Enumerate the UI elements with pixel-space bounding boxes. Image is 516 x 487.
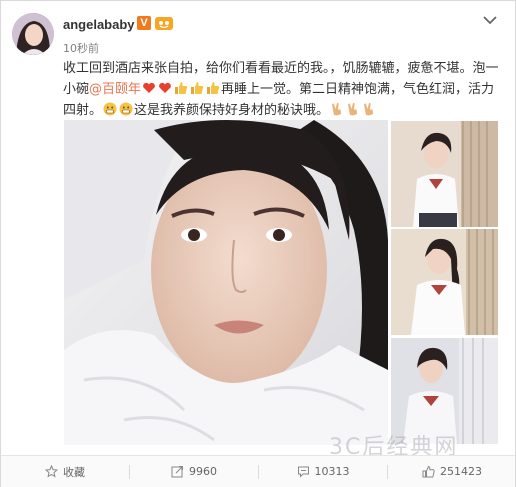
post-text-part3: 这是我养颜保持好身材的秘诀哦。	[134, 103, 330, 118]
heart-emoji-icon	[159, 82, 171, 93]
victory-hand-emoji-icon	[332, 103, 342, 116]
comment-icon	[297, 466, 309, 478]
thumbnail-photo-2[interactable]	[391, 229, 498, 335]
weibo-post-card: angelababy V 10秒前 收工回到酒店来张自拍，给你们看看最近的我。，…	[0, 0, 516, 487]
grin-emoji-icon	[119, 102, 133, 116]
favorite-button[interactable]: 收藏	[1, 456, 129, 487]
avatar[interactable]	[12, 13, 54, 55]
share-button[interactable]: 9960	[130, 456, 258, 487]
chevron-down-icon[interactable]	[483, 15, 497, 25]
like-count: 251423	[440, 465, 482, 478]
heart-emoji-icon	[143, 82, 155, 93]
favorite-label: 收藏	[63, 465, 85, 479]
vip-crown-icon	[155, 17, 173, 30]
action-bar: 收藏 9960 10313 251423	[1, 455, 515, 487]
verified-badge: V	[137, 16, 151, 30]
username[interactable]: angelababy	[63, 17, 135, 32]
comment-button[interactable]: 10313	[259, 456, 387, 487]
thumbs-up-emoji-icon	[191, 82, 204, 94]
grin-emoji-icon	[103, 102, 117, 116]
post-text: 收工回到酒店来张自拍，给你们看看最近的我。，饥肠辘辘，疲惫不堪。泡一小碗@百颐年…	[63, 58, 501, 121]
like-button[interactable]: 251423	[388, 456, 516, 487]
post-timestamp[interactable]: 10秒前	[63, 40, 99, 56]
mention-link[interactable]: @百颐年	[89, 82, 141, 97]
thumbnail-photo-1[interactable]	[391, 121, 498, 227]
comment-count: 10313	[314, 465, 350, 478]
share-icon	[171, 466, 183, 478]
victory-hand-emoji-icon	[364, 103, 374, 116]
victory-hand-emoji-icon	[348, 103, 358, 116]
star-icon	[45, 465, 58, 478]
thumbs-up-emoji-icon	[175, 82, 188, 94]
thumbs-up-icon	[422, 465, 435, 478]
main-photo[interactable]	[64, 120, 388, 445]
thumbs-up-emoji-icon	[207, 82, 220, 94]
share-count: 9960	[189, 465, 217, 478]
